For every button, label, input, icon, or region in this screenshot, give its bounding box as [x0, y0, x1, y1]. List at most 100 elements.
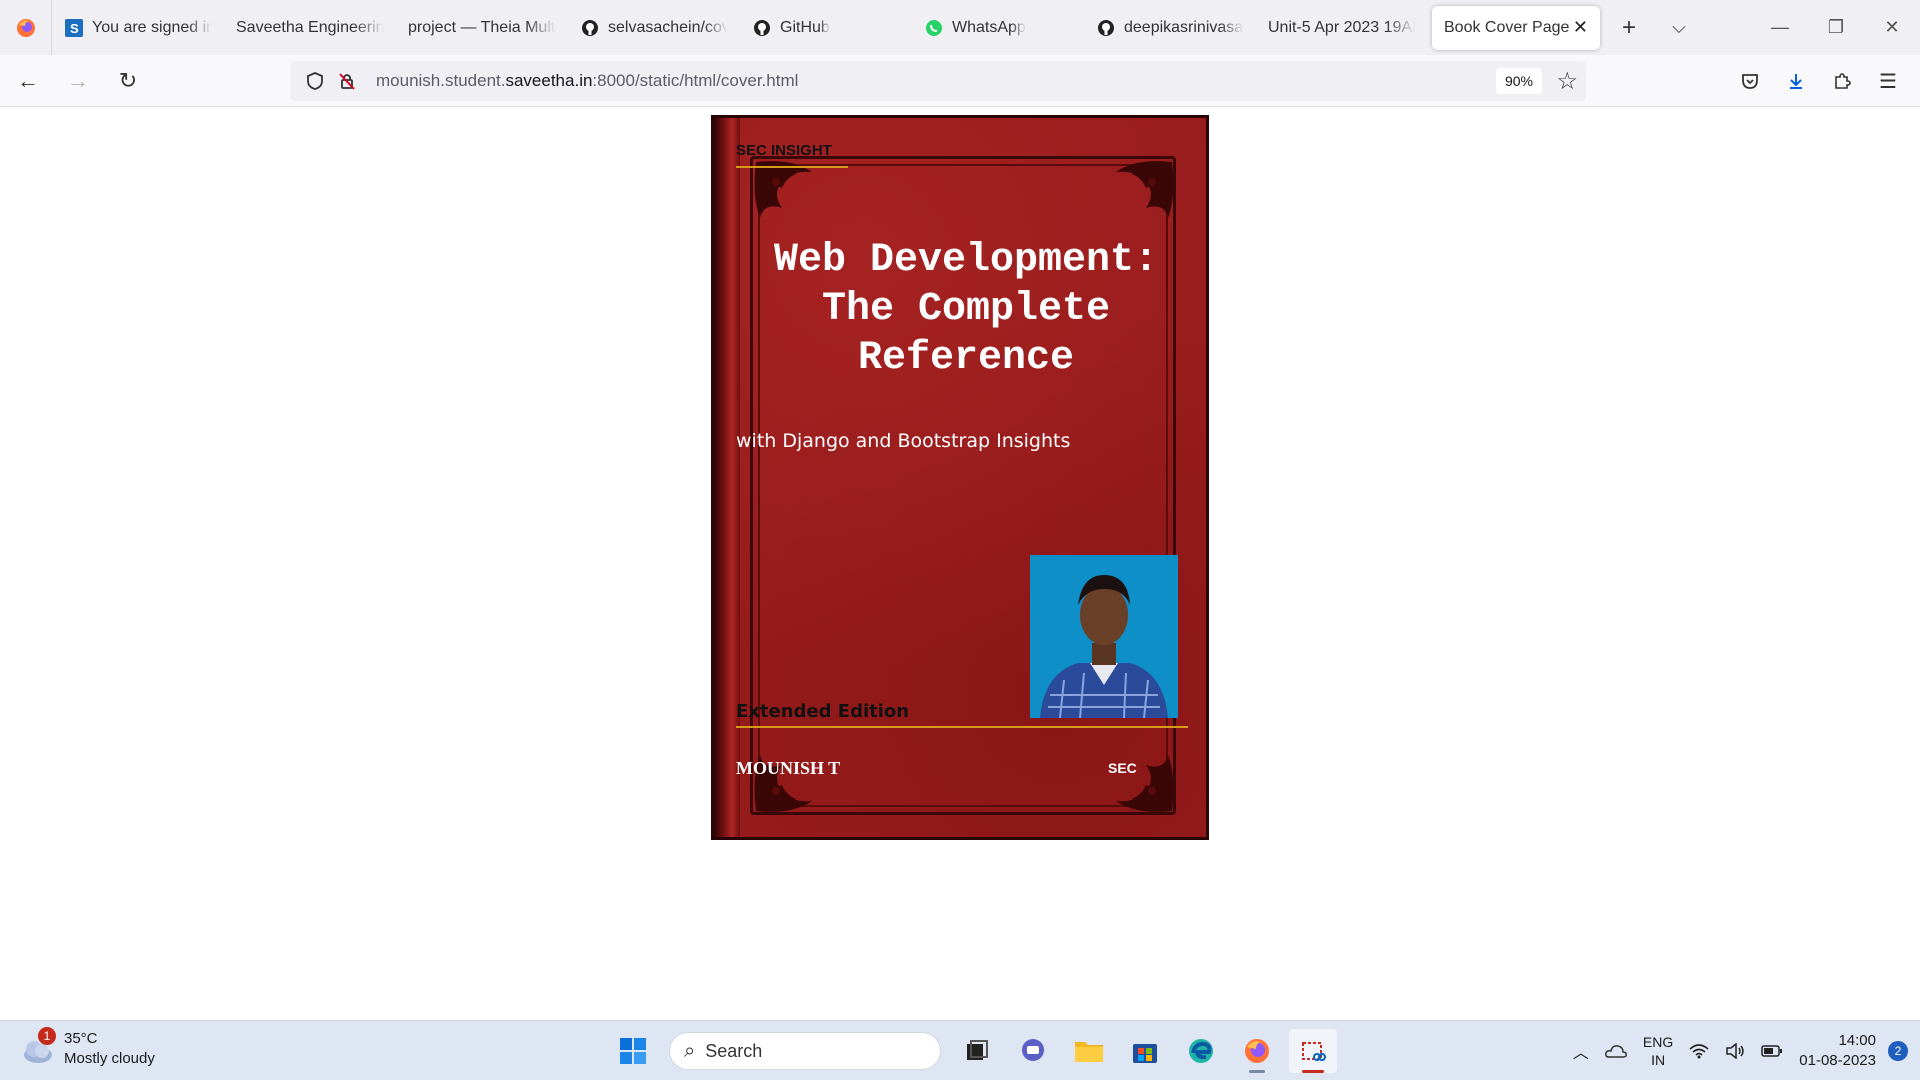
chevron-up-icon: ︿ [1572, 1045, 1589, 1062]
running-indicator [1302, 1070, 1324, 1073]
url-prefix: mounish.student. [376, 71, 506, 90]
address-bar[interactable]: mounish.student.saveetha.in:8000/static/… [290, 61, 1586, 101]
reload-button[interactable]: ↻ [106, 59, 150, 103]
tab-signed-in[interactable]: S You are signed in [52, 0, 224, 55]
show-hidden-icons-button[interactable]: ︿ [1573, 1039, 1589, 1063]
taskbar-search[interactable]: ⌕ Search [669, 1032, 941, 1070]
restore-button[interactable]: ❐ [1808, 0, 1864, 55]
search-label: Search [705, 1040, 763, 1061]
start-button[interactable] [609, 1029, 657, 1073]
clock[interactable]: 14:00 01-08-2023 [1799, 1031, 1876, 1071]
teams-chat-button[interactable] [1009, 1029, 1057, 1073]
github-icon [1096, 18, 1116, 38]
tab-label: deepikasrinivasan [1124, 18, 1244, 36]
title-line: Web Development: [773, 238, 1159, 283]
bookmark-star-icon[interactable]: ☆ [1556, 67, 1578, 96]
language-indicator[interactable]: ENG IN [1643, 1033, 1673, 1069]
tab-saveetha[interactable]: Saveetha Engineering [224, 0, 396, 55]
insecure-lock-icon[interactable] [334, 68, 360, 94]
firefox-icon [16, 18, 35, 37]
title-line: Reference [857, 336, 1075, 381]
tab-strip: S You are signed in Saveetha Engineering… [0, 0, 1920, 55]
tab-label: WhatsApp [952, 18, 1026, 36]
downloads-button[interactable] [1774, 59, 1818, 103]
folder-icon [1075, 1042, 1103, 1062]
onedrive-icon[interactable] [1604, 1042, 1627, 1060]
shield-icon[interactable] [302, 68, 328, 94]
forward-arrow-icon: → [67, 67, 89, 93]
tab-label: Saveetha Engineering [236, 18, 384, 36]
search-icon: ⌕ [684, 1039, 696, 1062]
whatsapp-icon [924, 18, 944, 38]
bottom-rule [736, 726, 1188, 728]
back-button[interactable]: ← [6, 59, 50, 103]
s-app-icon: S [64, 18, 84, 38]
firefox-view-button[interactable] [0, 0, 52, 55]
tab-label: GitHub [780, 18, 830, 36]
cloud-icon: 1 [20, 1027, 56, 1067]
system-tray: ︿ ENG IN 14:00 01-08-2023 2 [1565, 1027, 1908, 1075]
browser-window: S You are signed in Saveetha Engineering… [0, 0, 1920, 1080]
navigation-toolbar: ← → ↻ mounish.student.saveetha.in:8000/s… [0, 55, 1920, 107]
battery-icon[interactable] [1761, 1044, 1783, 1058]
url-suffix: :8000/static/html/cover.html [592, 71, 799, 90]
ornament-corner-icon [1116, 161, 1174, 218]
extensions-button[interactable] [1820, 59, 1864, 103]
edge-button[interactable] [1177, 1029, 1225, 1073]
close-icon: ✕ [1884, 17, 1900, 37]
tab-book-cover-page[interactable]: Book Cover Page ✕ [1432, 5, 1600, 50]
book-subtitle: with Django and Bootstrap Insights [736, 430, 1071, 452]
weather-widget[interactable]: 1 35°C Mostly cloudy [20, 1027, 155, 1069]
download-icon [1790, 74, 1802, 89]
minimize-button[interactable]: — [1752, 0, 1808, 55]
pocket-button[interactable] [1728, 59, 1772, 103]
hamburger-menu-icon: ☰ [1879, 70, 1897, 93]
tab-label: selvasachein/cover [608, 18, 728, 36]
language-line2: IN [1651, 1052, 1666, 1068]
tab-unit5[interactable]: Unit-5 Apr 2023 19AI [1256, 0, 1428, 55]
weather-temp: 35°C [64, 1030, 98, 1047]
close-tab-icon[interactable]: ✕ [1573, 17, 1588, 38]
clock-time: 14:00 [1838, 1032, 1876, 1049]
page-content: SEC INSIGHT Web Development: The Complet… [0, 107, 1920, 1020]
url-domain: saveetha.in [505, 71, 593, 90]
github-icon [580, 18, 600, 38]
forward-button[interactable]: → [56, 59, 100, 103]
firefox-icon [1245, 1039, 1269, 1063]
snipping-tool-icon [1302, 1042, 1326, 1061]
microsoft-store-button[interactable] [1121, 1029, 1169, 1073]
restore-icon: ❐ [1827, 17, 1845, 37]
notification-badge[interactable]: 2 [1888, 1041, 1908, 1061]
publisher-label: SEC [1108, 760, 1137, 776]
tab-github[interactable]: GitHub [740, 0, 912, 55]
reload-icon: ↻ [118, 67, 138, 93]
list-all-tabs-button[interactable]: ⌵ [1654, 0, 1704, 55]
book-title: Web Development: The Complete Reference [734, 236, 1198, 383]
ornament-corner-icon [754, 161, 812, 218]
wifi-icon[interactable] [1689, 1043, 1709, 1059]
task-view-button[interactable] [953, 1029, 1001, 1073]
zoom-indicator[interactable]: 90% [1496, 68, 1542, 94]
book-cover: SEC INSIGHT Web Development: The Complet… [711, 115, 1209, 840]
weather-badge: 1 [38, 1027, 56, 1045]
language-line1: ENG [1642, 1034, 1674, 1050]
volume-icon[interactable] [1725, 1043, 1745, 1059]
file-explorer-button[interactable] [1065, 1029, 1113, 1073]
author-photo [1030, 555, 1178, 718]
pocket-icon [1742, 74, 1758, 89]
brand-label: SEC INSIGHT [736, 142, 832, 159]
tab-deepikasrinivasan[interactable]: deepikasrinivasan [1084, 0, 1256, 55]
new-tab-button[interactable]: + [1604, 0, 1654, 55]
tab-project-theia[interactable]: project — Theia Multi [396, 0, 568, 55]
windows-icon [620, 1038, 646, 1064]
firefox-taskbar-button[interactable] [1233, 1029, 1281, 1073]
snipping-tool-button[interactable] [1289, 1029, 1337, 1073]
close-window-button[interactable]: ✕ [1864, 0, 1920, 55]
clock-date: 01-08-2023 [1799, 1052, 1876, 1069]
book-spine [714, 118, 740, 837]
tab-whatsapp[interactable]: WhatsApp [912, 0, 1084, 55]
app-menu-button[interactable]: ☰ [1866, 59, 1910, 103]
back-arrow-icon: ← [17, 67, 39, 93]
tab-selvasachein[interactable]: selvasachein/cover [568, 0, 740, 55]
edge-icon [1189, 1039, 1213, 1063]
